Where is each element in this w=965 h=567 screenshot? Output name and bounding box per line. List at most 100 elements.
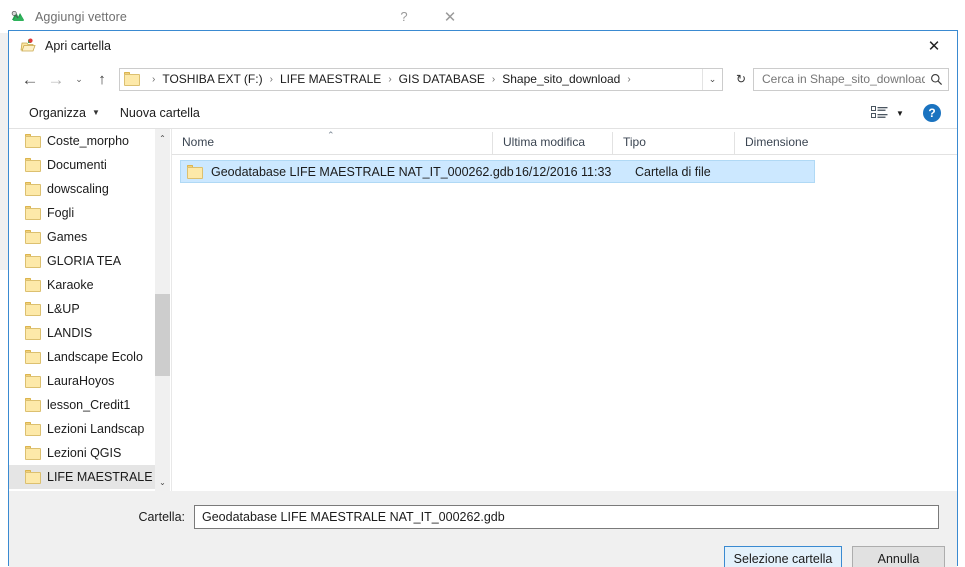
tree-item-2[interactable]: dowscaling: [9, 177, 156, 201]
new-folder-button[interactable]: Nuova cartella: [110, 100, 210, 126]
open-folder-dialog: Apri cartella ✕ ← → ⌄ ↑ › TOSHIBA EXT (F…: [8, 30, 958, 567]
breadcrumb-item-1[interactable]: LIFE MAESTRALE: [279, 72, 382, 86]
back-button[interactable]: ←: [17, 66, 43, 92]
dialog-title: Apri cartella: [45, 39, 111, 53]
column-header-size-label: Dimensione: [745, 135, 809, 149]
column-header-type[interactable]: Tipo: [612, 132, 734, 154]
help-button[interactable]: ?: [923, 104, 941, 122]
select-folder-button[interactable]: Selezione cartella: [724, 546, 842, 567]
command-bar-right: ▼ ?: [869, 97, 949, 129]
recent-locations-button[interactable]: ⌄: [69, 66, 89, 92]
folder-icon: [25, 374, 41, 388]
view-options-caret-icon[interactable]: ▼: [891, 109, 909, 118]
tree-item-label: LIFE MAESTRALE: [47, 470, 153, 484]
tree-item-label: Documenti: [47, 158, 107, 172]
breadcrumb-separator-3: ›: [491, 73, 496, 85]
folder-icon: [25, 206, 41, 220]
folder-field-label: Cartella:: [138, 510, 185, 524]
scroll-up-icon[interactable]: ⌃: [155, 130, 170, 146]
breadcrumb-item-3[interactable]: Shape_sito_download: [501, 72, 621, 86]
forward-button[interactable]: →: [43, 66, 69, 92]
breadcrumb-item-2[interactable]: GIS DATABASE: [398, 72, 486, 86]
folder-input[interactable]: Geodatabase LIFE MAESTRALE NAT_IT_000262…: [194, 505, 939, 529]
command-bar: Organizza ▼ Nuova cartella ▼ ?: [9, 97, 957, 129]
breadcrumb-separator-0: ›: [152, 73, 156, 85]
tree-item-13[interactable]: Lezioni QGIS: [9, 441, 156, 465]
folder-icon: [25, 230, 41, 244]
address-bar[interactable]: › TOSHIBA EXT (F:) › LIFE MAESTRALE › GI…: [119, 67, 723, 91]
tree-item-12[interactable]: Lezioni Landscap: [9, 417, 156, 441]
refresh-button[interactable]: ↻: [729, 69, 753, 90]
file-name: Geodatabase LIFE MAESTRALE NAT_IT_000262…: [211, 164, 514, 179]
qgis-vector-icon: [10, 9, 26, 25]
folder-icon: [25, 446, 41, 460]
list-view-icon[interactable]: [869, 102, 891, 124]
tree-item-3[interactable]: Fogli: [9, 201, 156, 225]
breadcrumb-separator-2: ›: [388, 73, 392, 85]
tree-item-8[interactable]: LANDIS: [9, 321, 156, 345]
tree-item-10[interactable]: LauraHoyos: [9, 369, 156, 393]
column-header-size[interactable]: Dimensione: [734, 132, 822, 154]
folder-open-icon: [20, 38, 36, 54]
tree-item-1[interactable]: Documenti: [9, 153, 156, 177]
tree-item-4[interactable]: Games: [9, 225, 156, 249]
tree-item-label: lesson_Credit1: [47, 398, 131, 412]
organize-button[interactable]: Organizza ▼: [19, 100, 110, 126]
folder-icon: [25, 134, 41, 148]
column-header-modified-label: Ultima modifica: [503, 135, 586, 149]
table-row[interactable]: Geodatabase LIFE MAESTRALE NAT_IT_000262…: [180, 160, 815, 183]
file-modified: 16/12/2016 11:33: [515, 164, 612, 179]
tree-scrollbar[interactable]: ⌃ ⌄: [155, 129, 170, 491]
organize-label: Organizza: [29, 105, 86, 120]
folder-icon: [25, 326, 41, 340]
tree-item-6[interactable]: Karaoke: [9, 273, 156, 297]
folder-icon: [187, 164, 203, 179]
tree-item-14[interactable]: LIFE MAESTRALE: [9, 465, 156, 489]
dialog-footer: Cartella: Geodatabase LIFE MAESTRALE NAT…: [9, 491, 957, 567]
up-button[interactable]: ↑: [89, 66, 115, 92]
dialog-buttons: Selezione cartella Annulla: [724, 546, 945, 567]
address-dropdown-button[interactable]: ⌄: [702, 68, 722, 90]
tree-item-label: GLORIA TEA: [47, 254, 122, 268]
background-help-button[interactable]: ?: [381, 1, 427, 33]
background-window-body-lower: [0, 270, 8, 567]
tree-item-9[interactable]: Landscape Ecolo: [9, 345, 156, 369]
address-folder-icon: [124, 72, 140, 86]
column-header-name-label: Nome: [182, 135, 215, 149]
breadcrumb-item-0[interactable]: TOSHIBA EXT (F:): [161, 72, 263, 86]
search-input[interactable]: Cerca in Shape_sito_download: [754, 72, 925, 86]
screen-root: Aggiungi vettore ? ✕ Apri cartella ✕ ← →…: [0, 0, 965, 567]
tree-item-label: LauraHoyos: [47, 374, 115, 388]
tree-item-label: Games: [47, 230, 88, 244]
cancel-button[interactable]: Annulla: [852, 546, 945, 567]
dialog-close-button[interactable]: ✕: [911, 31, 957, 60]
folder-icon: [25, 182, 41, 196]
tree-item-0[interactable]: Coste_morpho: [9, 129, 156, 153]
tree-item-label: Fogli: [47, 206, 75, 220]
tree-item-label: Coste_morpho: [47, 134, 129, 148]
scroll-down-icon[interactable]: ⌄: [155, 474, 170, 490]
folder-tree-list: Coste_morpho Documenti dowscaling Fogli: [9, 129, 156, 489]
dialog-titlebar: Apri cartella ✕: [9, 31, 957, 61]
tree-item-label: Landscape Ecolo: [47, 350, 143, 364]
column-header-modified[interactable]: Ultima modifica: [492, 132, 612, 154]
tree-item-5[interactable]: GLORIA TEA: [9, 249, 156, 273]
file-list-header: ⌃ Nome Ultima modifica Tipo Dimensione: [172, 129, 957, 155]
folder-icon: [25, 302, 41, 316]
folder-icon: [25, 158, 41, 172]
folder-field-row: Cartella: Geodatabase LIFE MAESTRALE NAT…: [9, 505, 957, 529]
background-close-button[interactable]: ✕: [427, 1, 473, 33]
scrollbar-thumb[interactable]: [155, 294, 170, 376]
folder-tree[interactable]: Coste_morpho Documenti dowscaling Fogli: [9, 129, 172, 491]
search-icon: [925, 73, 948, 86]
search-box[interactable]: Cerca in Shape_sito_download: [753, 67, 949, 91]
folder-icon: [25, 350, 41, 364]
folder-icon: [25, 278, 41, 292]
tree-item-7[interactable]: L&UP: [9, 297, 156, 321]
tree-item-11[interactable]: lesson_Credit1: [9, 393, 156, 417]
tree-item-label: LANDIS: [47, 326, 93, 340]
column-header-name[interactable]: ⌃ Nome: [172, 130, 492, 154]
file-type: Cartella di file: [635, 164, 711, 179]
sort-ascending-icon: ⌃: [327, 130, 335, 140]
folder-icon: [25, 422, 41, 436]
